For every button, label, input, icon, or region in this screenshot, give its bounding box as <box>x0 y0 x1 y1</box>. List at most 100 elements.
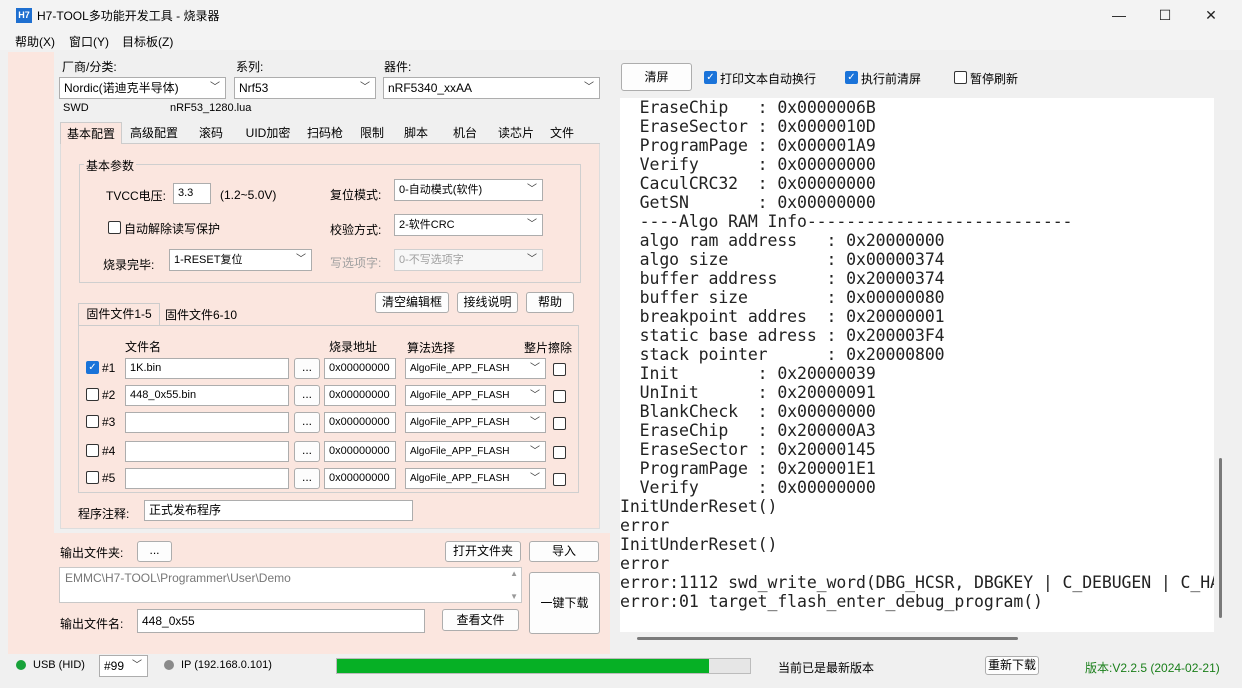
console-line: static base adress : 0x200003F4 <box>620 326 945 345</box>
tab-9[interactable]: 文件 <box>542 122 582 144</box>
tab-6[interactable]: 脚本 <box>395 122 437 144</box>
file-checkbox[interactable] <box>86 471 99 484</box>
verify-mode-select[interactable]: 2-软件CRC ﹀ <box>394 214 543 236</box>
chevron-down-icon: ﹀ <box>584 82 594 93</box>
console-line: EraseSector : 0x20000145 <box>620 440 876 459</box>
tab-2[interactable]: 滚码 <box>188 122 234 144</box>
auto-wrap-checkbox[interactable]: ✓ <box>704 71 717 84</box>
finish-action-select[interactable]: 1-RESET复位 ﹀ <box>169 249 312 271</box>
scroll-down-icon[interactable]: ▼ <box>510 592 518 601</box>
console-line: breakpoint addres : 0x20000001 <box>620 307 945 326</box>
menu-help[interactable]: 帮助(X) <box>15 33 55 50</box>
output-path-text: EMMC\H7-TOOL\Programmer\User\Demo <box>65 571 291 585</box>
file-erase-checkbox[interactable] <box>553 363 566 376</box>
console-line: InitUnderReset() <box>620 497 778 516</box>
file-checkbox[interactable] <box>86 415 99 428</box>
chevron-down-icon: ﹀ <box>530 446 540 457</box>
file-address-input[interactable]: 0x00000000 <box>324 385 396 406</box>
file-erase-checkbox[interactable] <box>553 446 566 459</box>
import-button[interactable]: 导入 <box>529 541 599 562</box>
ip-status: IP (192.168.0.101) <box>181 659 272 671</box>
file-name-input[interactable] <box>125 412 289 433</box>
file-name-input[interactable] <box>125 441 289 462</box>
tab-firmware-6-10[interactable]: 固件文件6-10 <box>160 305 242 325</box>
version-label: 版本:V2.2.5 (2024-02-21) <box>1085 661 1220 675</box>
file-algo-select[interactable]: AlgoFile_APP_FLASH ﹀ <box>405 412 546 433</box>
clear-before-checkbox[interactable]: ✓ <box>845 71 858 84</box>
file-algo-select[interactable]: AlgoFile_APP_FLASH ﹀ <box>405 441 546 462</box>
lua-file-label: nRF53_1280.lua <box>170 102 252 114</box>
file-address-input[interactable]: 0x00000000 <box>324 441 396 462</box>
tab-8[interactable]: 读芯片 <box>492 122 540 144</box>
auto-unprotect-checkbox[interactable] <box>108 221 121 234</box>
scroll-up-icon[interactable]: ▲ <box>510 569 518 578</box>
view-file-button[interactable]: 查看文件 <box>442 609 519 631</box>
clear-edit-button[interactable]: 清空编辑框 <box>375 292 449 313</box>
series-select[interactable]: Nrf53 ﹀ <box>234 77 376 99</box>
file-algo-select[interactable]: AlgoFile_APP_FLASH ﹀ <box>405 468 546 489</box>
tab-5[interactable]: 限制 <box>353 122 391 144</box>
open-folder-button[interactable]: 打开文件夹 <box>445 541 521 562</box>
minimize-button[interactable]: — <box>1096 0 1142 30</box>
console-line: error:01 target_flash_enter_debug_progra… <box>620 592 1043 611</box>
redownload-button[interactable]: 重新下载 <box>985 656 1039 675</box>
vendor-select[interactable]: Nordic(诺迪克半导体) ﹀ <box>59 77 226 99</box>
file-checkbox[interactable]: ✓ <box>86 361 99 374</box>
menu-window[interactable]: 窗口(Y) <box>69 33 109 50</box>
comment-input[interactable]: 正式发布程序 <box>144 500 413 521</box>
maximize-button[interactable]: ☐ <box>1142 0 1188 30</box>
tab-1[interactable]: 高级配置 <box>124 122 184 144</box>
file-browse-button[interactable]: ... <box>294 468 320 489</box>
close-button[interactable]: ✕ <box>1188 0 1234 30</box>
file-number: #1 <box>102 361 116 375</box>
file-address-input[interactable]: 0x00000000 <box>324 358 396 379</box>
one-click-download-button[interactable]: 一键下载 <box>529 572 600 634</box>
file-name-input[interactable]: 448_0x55.bin <box>125 385 289 406</box>
console-hscrollbar[interactable] <box>637 637 1018 640</box>
file-algo-select[interactable]: AlgoFile_APP_FLASH ﹀ <box>405 358 546 379</box>
device-select[interactable]: nRF5340_xxAA ﹀ <box>383 77 600 99</box>
app-icon: H7 <box>16 8 32 23</box>
file-name-input[interactable] <box>125 468 289 489</box>
console-vscrollbar[interactable] <box>1219 458 1222 618</box>
file-browse-button[interactable]: ... <box>294 441 320 462</box>
reset-mode-select[interactable]: 0-自动模式(软件) ﹀ <box>394 179 543 201</box>
console-line: EraseChip : 0x0000006B <box>620 98 876 117</box>
output-path-box[interactable]: EMMC\H7-TOOL\Programmer\User\Demo ▲ ▼ <box>59 567 522 603</box>
menu-target-board[interactable]: 目标板(Z) <box>122 33 173 50</box>
wiring-help-button[interactable]: 接线说明 <box>457 292 518 313</box>
file-algo-select[interactable]: AlgoFile_APP_FLASH ﹀ <box>405 385 546 406</box>
file-checkbox[interactable] <box>86 444 99 457</box>
series-label: 系列: <box>236 60 264 74</box>
device-number-select[interactable]: #99 ﹀ <box>99 655 148 677</box>
clear-screen-button[interactable]: 清屏 <box>621 63 692 91</box>
tab-firmware-1-5[interactable]: 固件文件1-5 <box>78 303 160 325</box>
tab-4[interactable]: 扫码枪 <box>300 122 350 144</box>
usb-status: USB (HID) <box>33 659 85 671</box>
console-output[interactable]: EraseChip : 0x0000006B EraseSector : 0x0… <box>620 98 1214 632</box>
comment-label: 程序注释: <box>78 507 130 521</box>
file-browse-button[interactable]: ... <box>294 385 320 406</box>
tab-7[interactable]: 机台 <box>441 122 489 144</box>
file-erase-checkbox[interactable] <box>553 417 566 430</box>
output-folder-browse-button[interactable]: ... <box>137 541 172 562</box>
file-erase-checkbox[interactable] <box>553 390 566 403</box>
help-button[interactable]: 帮助 <box>526 292 574 313</box>
file-browse-button[interactable]: ... <box>294 412 320 433</box>
tvcc-input[interactable]: 3.3 <box>173 183 211 204</box>
file-checkbox[interactable] <box>86 388 99 401</box>
console-line: ----Algo RAM Info-----------------------… <box>620 212 1073 231</box>
file-address-input[interactable]: 0x00000000 <box>324 468 396 489</box>
output-name-input[interactable]: 448_0x55 <box>137 609 425 633</box>
file-number: #4 <box>102 444 116 458</box>
file-address-input[interactable]: 0x00000000 <box>324 412 396 433</box>
file-erase-checkbox[interactable] <box>553 473 566 486</box>
tab-0[interactable]: 基本配置 <box>60 122 122 144</box>
tab-3[interactable]: UID加密 <box>238 122 298 144</box>
file-browse-button[interactable]: ... <box>294 358 320 379</box>
file-name-input[interactable]: 1K.bin <box>125 358 289 379</box>
finish-label: 烧录完毕: <box>103 258 155 272</box>
pause-refresh-checkbox[interactable] <box>954 71 967 84</box>
chevron-down-icon: ﹀ <box>530 363 540 374</box>
console-line: Verify : 0x00000000 <box>620 155 876 174</box>
